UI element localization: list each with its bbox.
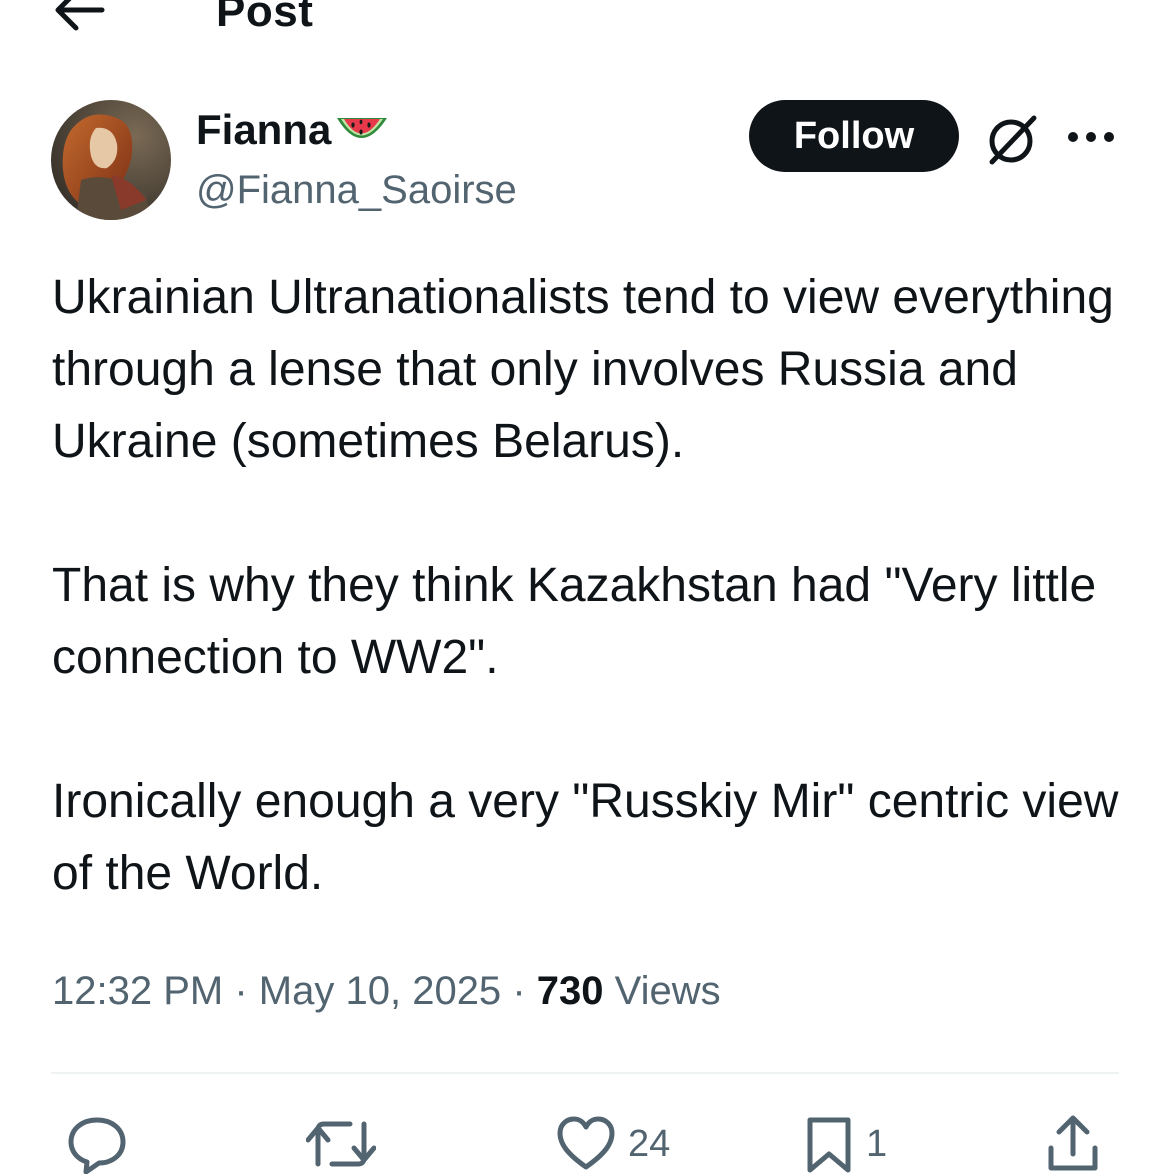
divider (51, 1072, 1119, 1074)
avatar-image (51, 100, 171, 220)
heart-icon (557, 1116, 615, 1170)
author-handle[interactable]: @Fianna_Saoirse (196, 164, 517, 216)
reply-icon (68, 1117, 126, 1174)
post-date[interactable]: May 10, 2025 (259, 969, 501, 1013)
grok-icon[interactable] (982, 110, 1040, 168)
arrow-left-icon[interactable] (52, 0, 106, 32)
display-name[interactable]: Fianna (196, 104, 389, 156)
display-name-text: Fianna (196, 106, 332, 153)
views-label: Views (614, 969, 721, 1013)
like-button[interactable]: 24 (556, 1112, 670, 1176)
share-button[interactable] (1046, 1112, 1112, 1176)
meta-separator: · (512, 969, 526, 1013)
watermelon-icon (337, 118, 388, 138)
like-count: 24 (628, 1122, 671, 1165)
post-paragraph: Ironically enough a very "Russkiy Mir" c… (52, 775, 1119, 900)
post-paragraph: Ukrainian Ultranationalists tend to view… (52, 271, 1114, 468)
views-count: 730 (536, 969, 604, 1013)
post-paragraph: That is why they think Kazakhstan had "V… (52, 559, 1097, 684)
meta-separator: · (234, 969, 248, 1013)
bookmark-button[interactable]: 1 (804, 1112, 887, 1176)
follow-button[interactable]: Follow (749, 100, 959, 172)
top-bar: Post (0, 0, 1170, 60)
post-metadata: 12:32 PM · May 10, 2025 · 730 Views (52, 964, 721, 1018)
repost-icon (306, 1121, 376, 1167)
bookmark-icon (807, 1117, 851, 1173)
share-icon (1048, 1115, 1098, 1171)
avatar[interactable] (51, 100, 171, 220)
post-time[interactable]: 12:32 PM (52, 969, 223, 1013)
bookmark-count: 1 (866, 1122, 888, 1165)
more-horizontal-icon[interactable] (1066, 122, 1116, 152)
post-text: Ukrainian Ultranationalists tend to view… (52, 262, 1132, 910)
reply-button[interactable] (66, 1112, 140, 1176)
page-title: Post (216, 0, 314, 36)
repost-button[interactable] (306, 1112, 388, 1176)
